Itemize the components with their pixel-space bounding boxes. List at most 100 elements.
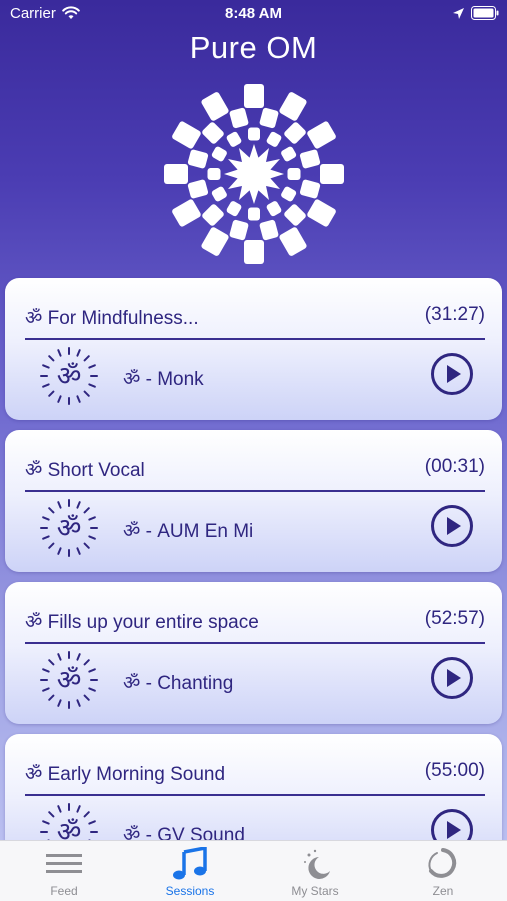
sunburst-ray xyxy=(76,653,81,661)
sunburst-ray xyxy=(76,395,81,403)
moon-stars-icon xyxy=(304,849,330,879)
sunburst-ray xyxy=(76,805,81,813)
mandala-petal xyxy=(187,149,209,169)
session-duration: (55:00) xyxy=(424,760,485,781)
sunburst-ray xyxy=(48,355,55,362)
sunburst-ray xyxy=(88,383,96,388)
mandala-petal xyxy=(211,186,227,202)
sunburst-ray xyxy=(57,349,62,357)
sunburst-ray xyxy=(83,694,90,701)
app-title: Pure OM xyxy=(189,30,318,65)
om-sunburst-icon: ॐ xyxy=(40,651,98,709)
om-sunburst-icon: ॐ xyxy=(40,347,98,405)
sunburst-ray xyxy=(48,507,55,514)
mandala-petal xyxy=(226,201,242,217)
session-title: ॐ Fills up your entire space xyxy=(25,612,259,633)
session-card[interactable]: ॐ For Mindfulness... (31:27) ॐ ॐ - Monk xyxy=(5,278,502,420)
sunburst-ray xyxy=(42,516,50,521)
mandala-center-star xyxy=(224,144,284,204)
mandala-logo xyxy=(164,84,344,264)
sunburst-ray xyxy=(83,811,90,818)
mandala-petal xyxy=(287,168,301,180)
status-bar: Carrier 8:48 AM xyxy=(0,0,507,28)
om-glyph: ॐ xyxy=(57,361,82,392)
sunburst-ray xyxy=(83,507,90,514)
mandala-petal xyxy=(202,122,224,144)
mandala-petal xyxy=(259,107,279,129)
sunburst-ray xyxy=(83,355,90,362)
sunburst-ray xyxy=(83,659,90,666)
sunburst-ray xyxy=(76,547,81,555)
session-card[interactable]: ॐ Short Vocal (00:31) ॐ ॐ - AUM En Mi xyxy=(5,430,502,572)
mandala-petal xyxy=(266,131,282,147)
session-title: ॐ Early Morning Sound xyxy=(25,764,226,785)
mandala-petal xyxy=(207,168,221,180)
sunburst-ray xyxy=(48,811,55,818)
battery-icon xyxy=(471,6,499,20)
mandala-petal xyxy=(244,84,264,108)
om-glyph: ॐ xyxy=(57,665,82,696)
divider xyxy=(25,794,485,796)
sunburst-ray xyxy=(42,383,50,388)
mandala-petal xyxy=(299,179,321,199)
sunburst-ray xyxy=(42,820,50,825)
clock: 8:48 AM xyxy=(225,5,282,22)
sunburst-ray xyxy=(88,364,96,369)
mandala-petal xyxy=(284,122,306,144)
mandala-petal xyxy=(279,227,307,256)
track-name: ॐ - Chanting xyxy=(123,673,234,694)
track-name: ॐ - Monk xyxy=(123,369,204,390)
tab-label: Sessions xyxy=(165,884,215,898)
sunburst-ray xyxy=(88,668,96,673)
tab-label: Feed xyxy=(50,884,78,898)
mandala-petal xyxy=(307,199,336,227)
sunburst-ray xyxy=(57,653,62,661)
om-sunburst-icon: ॐ xyxy=(40,499,98,557)
mandala-petal xyxy=(259,219,279,241)
session-card[interactable]: ॐ Fills up your entire space (52:57) ॐ ॐ… xyxy=(5,582,502,724)
sunburst-ray xyxy=(42,687,50,692)
sunburst-ray xyxy=(48,659,55,666)
sunburst-ray xyxy=(88,535,96,540)
mandala-petal xyxy=(201,227,229,256)
mandala-petal xyxy=(281,186,297,202)
mandala-petal xyxy=(187,179,209,199)
divider xyxy=(25,338,485,340)
tab-my-stars[interactable]: My Stars xyxy=(260,841,370,901)
sunburst-ray xyxy=(83,390,90,397)
om-glyph: ॐ xyxy=(57,513,82,544)
zen-circle-icon xyxy=(428,848,457,878)
play-button[interactable] xyxy=(430,504,474,548)
location-arrow-icon xyxy=(453,8,464,19)
sunburst-ray xyxy=(83,542,90,549)
session-duration: (00:31) xyxy=(424,456,485,477)
mandala-petal xyxy=(172,121,201,149)
mandala-petal xyxy=(201,92,229,121)
play-button[interactable] xyxy=(430,656,474,700)
divider xyxy=(25,490,485,492)
sunburst-ray xyxy=(76,501,81,509)
sunburst-ray xyxy=(48,694,55,701)
sunburst-ray xyxy=(76,349,81,357)
sunburst-ray xyxy=(48,542,55,549)
tab-label: Zen xyxy=(432,884,454,898)
session-duration: (31:27) xyxy=(424,304,485,325)
tab-sessions[interactable]: Sessions xyxy=(135,841,245,901)
mandala-petal xyxy=(211,146,227,162)
tab-feed[interactable]: Feed xyxy=(9,841,119,901)
mandala-petal xyxy=(284,204,306,226)
sunburst-ray xyxy=(42,535,50,540)
play-button[interactable] xyxy=(430,352,474,396)
mandala-petal xyxy=(248,127,260,141)
track-name: ॐ - AUM En Mi xyxy=(123,521,254,542)
mandala-petal xyxy=(229,219,249,241)
mandala-petal xyxy=(172,199,201,227)
tab-zen[interactable]: Zen xyxy=(388,841,498,901)
sunburst-ray xyxy=(57,395,62,403)
session-title: ॐ Short Vocal xyxy=(25,460,145,481)
session-duration: (52:57) xyxy=(424,608,485,629)
sunburst-ray xyxy=(88,687,96,692)
mandala-petal xyxy=(299,149,321,169)
mandala-petal xyxy=(279,92,307,121)
mandala-petal xyxy=(229,107,249,129)
